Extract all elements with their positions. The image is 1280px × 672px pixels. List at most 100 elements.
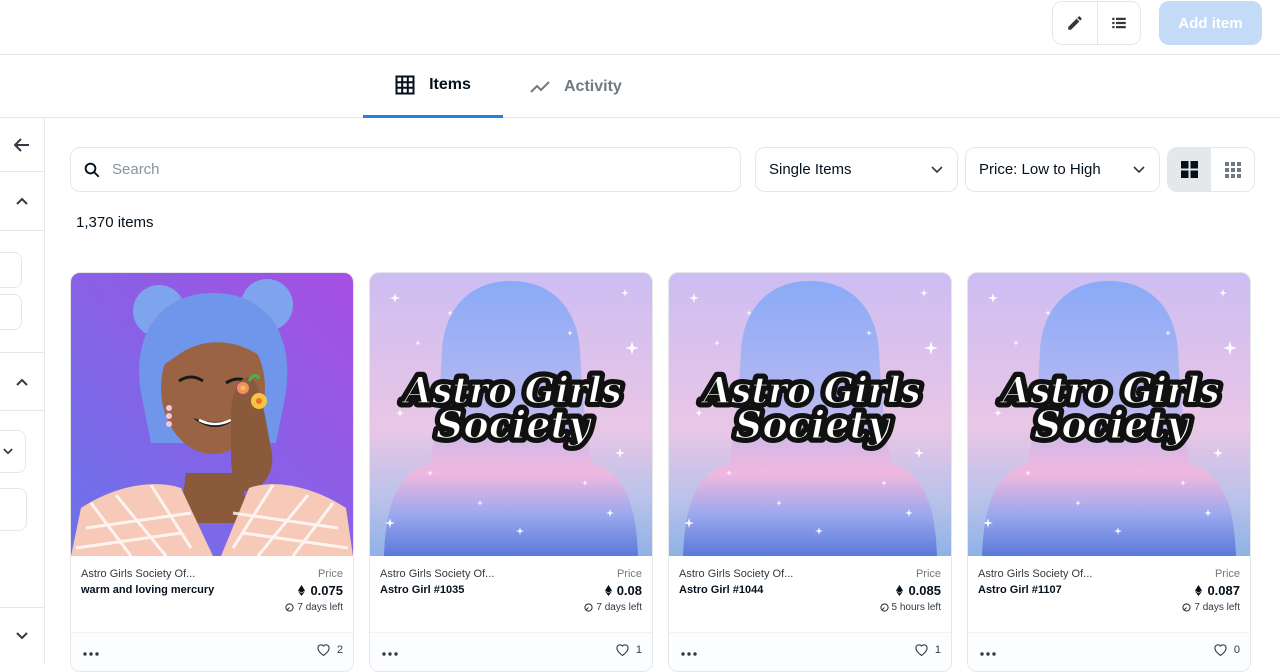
favorite-button[interactable]: 0 xyxy=(1213,643,1240,656)
favorite-count: 2 xyxy=(336,643,343,656)
filter-input[interactable] xyxy=(0,252,22,288)
filter-dropdown[interactable] xyxy=(0,430,26,473)
item-image[interactable]: Astro Girls Astro Girls Society Society xyxy=(370,273,652,556)
large-grid-button[interactable] xyxy=(1168,148,1211,191)
search-input[interactable] xyxy=(112,161,692,178)
more-options-button[interactable] xyxy=(980,643,996,659)
price-label: Price xyxy=(317,568,343,580)
clock-icon xyxy=(1182,603,1192,612)
item-card[interactable]: Astro Girls Society Of... warm and lovin… xyxy=(70,272,354,672)
card-footer: 0 xyxy=(968,632,1250,671)
chevron-down-icon xyxy=(3,448,13,455)
price-amount: 0.085 xyxy=(908,583,941,598)
time-left: 7 days left xyxy=(584,602,642,613)
chevron-up-icon xyxy=(16,197,28,205)
item-card[interactable]: Astro Girls Astro Girls Society Society … xyxy=(369,272,653,672)
large-grid-icon xyxy=(1181,161,1198,178)
item-image[interactable]: Astro Girls Astro Girls Society Society xyxy=(669,273,951,556)
favorite-button[interactable]: 1 xyxy=(914,643,941,656)
time-left-text: 7 days left xyxy=(1194,602,1240,613)
item-card[interactable]: Astro Girls Astro Girls Society Society … xyxy=(668,272,952,672)
tab-items[interactable]: Items xyxy=(363,55,503,118)
svg-text:Society: Society xyxy=(436,402,593,447)
card-footer: 1 xyxy=(370,632,652,671)
item-name[interactable]: Astro Girl #1107 xyxy=(978,584,1062,596)
toolbar-group xyxy=(1052,1,1141,45)
filter-input[interactable] xyxy=(0,488,27,531)
tab-activity-label: Activity xyxy=(564,77,622,95)
item-image[interactable] xyxy=(71,273,353,556)
favorite-count: 1 xyxy=(934,643,941,656)
heart-icon xyxy=(317,644,330,656)
collection-name[interactable]: Astro Girls Society Of... xyxy=(679,568,793,580)
item-info: Astro Girls Society Of... Astro Girl #11… xyxy=(968,556,1250,632)
trend-line-icon xyxy=(530,80,550,93)
sort-select[interactable]: Price: Low to High xyxy=(965,147,1160,192)
search-box[interactable] xyxy=(70,147,741,192)
favorite-count: 0 xyxy=(1233,643,1240,656)
list-view-button[interactable] xyxy=(1096,2,1141,44)
time-left-text: 7 days left xyxy=(297,602,343,613)
small-grid-button[interactable] xyxy=(1211,148,1254,191)
time-left: 7 days left xyxy=(285,602,343,613)
more-options-button[interactable] xyxy=(681,643,697,659)
chevron-down-icon xyxy=(1133,165,1145,173)
tab-items-label: Items xyxy=(429,76,471,93)
price-value: 0.085 xyxy=(896,583,941,598)
sidebar-divider xyxy=(0,352,44,353)
item-card[interactable]: Astro Girls Astro Girls Society Society … xyxy=(967,272,1251,672)
ethereum-icon xyxy=(1195,585,1203,596)
price-label: Price xyxy=(1214,568,1240,580)
item-type-select[interactable]: Single Items xyxy=(755,147,958,192)
card-footer: 1 xyxy=(669,632,951,671)
sidebar-divider xyxy=(0,171,44,172)
edit-button[interactable] xyxy=(1053,2,1097,44)
list-icon xyxy=(1112,17,1126,29)
ethereum-icon xyxy=(604,585,612,596)
more-dots-icon xyxy=(681,652,697,656)
card-footer: 2 xyxy=(71,632,353,671)
filter-section-toggle[interactable] xyxy=(0,608,44,664)
price-amount: 0.08 xyxy=(616,583,642,598)
pencil-icon xyxy=(1068,16,1082,30)
collection-name[interactable]: Astro Girls Society Of... xyxy=(978,568,1092,580)
more-dots-icon xyxy=(83,652,99,656)
item-info: Astro Girls Society Of... Astro Girl #10… xyxy=(669,556,951,632)
more-options-button[interactable] xyxy=(83,643,99,659)
time-left-text: 5 hours left xyxy=(891,602,941,613)
item-name[interactable]: Astro Girl #1035 xyxy=(380,584,464,596)
search-icon xyxy=(84,162,100,177)
add-item-button[interactable]: Add item xyxy=(1159,1,1262,45)
collapse-sidebar-button[interactable] xyxy=(0,118,44,171)
item-info: Astro Girls Society Of... Astro Girl #10… xyxy=(370,556,652,632)
item-image[interactable]: Astro Girls Astro Girls Society Society xyxy=(968,273,1250,556)
svg-text:Society: Society xyxy=(735,402,892,447)
collection-name[interactable]: Astro Girls Society Of... xyxy=(81,568,195,580)
filter-section-toggle[interactable] xyxy=(0,354,44,410)
filter-input[interactable] xyxy=(0,294,22,330)
item-name[interactable]: warm and loving mercury xyxy=(81,584,214,596)
clock-icon xyxy=(584,603,594,612)
price-amount: 0.087 xyxy=(1207,583,1240,598)
sidebar-divider xyxy=(0,230,44,231)
top-bar: Add item xyxy=(0,0,1280,55)
heart-icon xyxy=(1214,644,1227,656)
filter-section-toggle[interactable] xyxy=(0,173,44,229)
favorite-button[interactable]: 1 xyxy=(615,643,642,656)
tab-bar: Items Activity xyxy=(0,55,1280,118)
grid-size-toggle xyxy=(1167,147,1255,192)
more-options-button[interactable] xyxy=(382,643,398,659)
result-count: 1,370 items xyxy=(76,214,154,231)
favorite-button[interactable]: 2 xyxy=(316,643,343,656)
ethereum-icon xyxy=(298,585,306,596)
collection-name[interactable]: Astro Girls Society Of... xyxy=(380,568,494,580)
chevron-down-icon xyxy=(16,632,28,640)
heart-icon xyxy=(616,644,629,656)
price-label: Price xyxy=(915,568,941,580)
price-label: Price xyxy=(616,568,642,580)
tab-activity[interactable]: Activity xyxy=(530,55,622,118)
item-name[interactable]: Astro Girl #1044 xyxy=(679,584,763,596)
clock-icon xyxy=(879,603,889,612)
time-left-text: 7 days left xyxy=(596,602,642,613)
sidebar-divider xyxy=(0,410,44,411)
